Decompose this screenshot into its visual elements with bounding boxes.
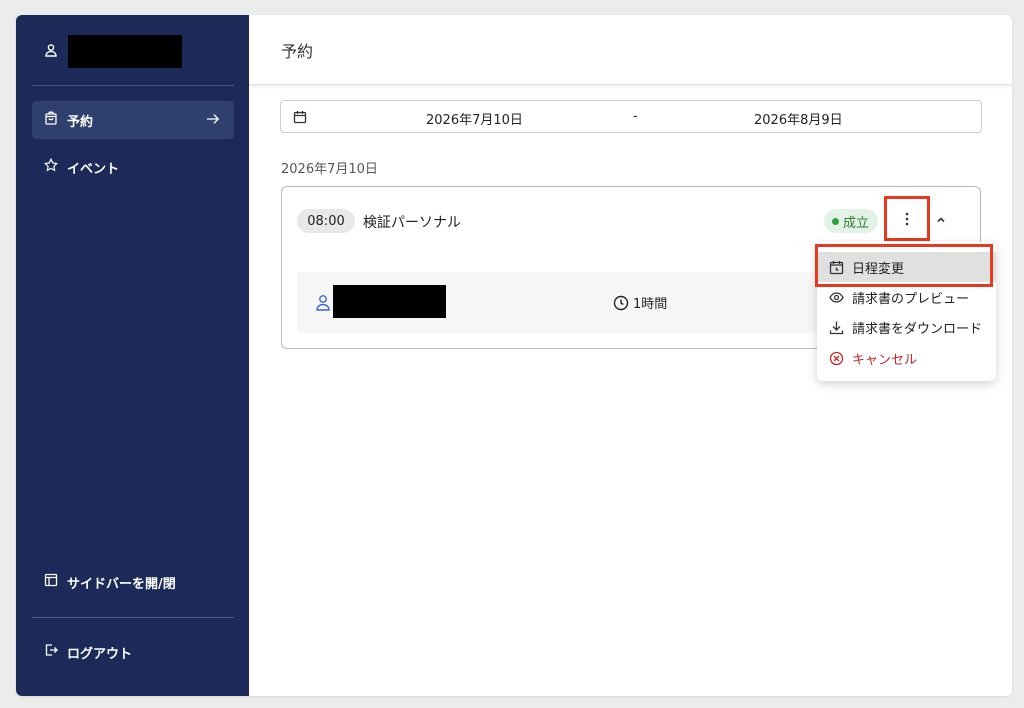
event-title: 検証パーソナル [363, 215, 461, 231]
status-label: 成立 [843, 215, 870, 231]
sidebar: 予約 イベント サイドバーを開/閉 ログアウト [16, 15, 249, 696]
more-vertical-icon [905, 212, 909, 226]
user-name-redacted [68, 34, 182, 68]
logout-button[interactable]: ログアウト [32, 633, 234, 671]
menu-item-label: 日程変更 [852, 261, 905, 277]
shopping-bag-icon [44, 111, 67, 129]
sidebar-item-reservations[interactable]: 予約 [32, 101, 234, 139]
menu-item-label: キャンセル [852, 352, 918, 368]
sidebar-toggle-button[interactable]: サイドバーを開/閉 [32, 563, 234, 601]
download-icon [829, 320, 852, 335]
sidebar-item-label: イベント [67, 161, 120, 177]
sidebar-layout-icon [44, 573, 67, 591]
eye-icon [829, 290, 852, 305]
sidebar-divider [32, 85, 234, 86]
menu-item-cancel[interactable]: キャンセル [817, 343, 996, 373]
customer-name-redacted [333, 285, 446, 318]
booking-options-menu: 日程変更 請求書のプレビュー 請求書をダウンロード キャンセル [817, 242, 996, 381]
date-range-separator: - [633, 109, 638, 124]
date-range-picker[interactable]: 2026年7月10日 - 2026年8月9日 [280, 100, 982, 133]
menu-item-invoice-preview[interactable]: 請求書のプレビュー [817, 282, 996, 312]
sidebar-item-label: 予約 [67, 114, 94, 130]
date-range-end[interactable]: 2026年8月9日 [754, 109, 843, 128]
person-icon [315, 294, 331, 311]
logout-icon [44, 643, 67, 661]
logout-label: ログアウト [67, 646, 133, 662]
user-profile[interactable] [44, 34, 182, 68]
sidebar-divider [32, 617, 234, 618]
menu-item-reschedule[interactable]: 日程変更 [817, 252, 996, 282]
arrow-right-icon [206, 112, 222, 128]
sidebar-toggle-label: サイドバーを開/閉 [67, 576, 176, 592]
calendar-clock-icon [829, 260, 852, 275]
page-header: 予約 [249, 15, 1012, 85]
status-badge: 成立 [824, 209, 879, 233]
cancel-circle-icon [829, 351, 852, 366]
status-dot-icon [832, 217, 839, 225]
person-icon [44, 42, 58, 61]
clock-icon [613, 295, 633, 311]
menu-item-label: 請求書をダウンロード [852, 321, 983, 337]
sidebar-item-events[interactable]: イベント [32, 148, 234, 186]
more-options-button[interactable] [884, 196, 930, 241]
date-range-start[interactable]: 2026年7月10日 [426, 109, 523, 128]
menu-item-invoice-download[interactable]: 請求書をダウンロード [817, 312, 996, 342]
menu-item-label: 請求書のプレビュー [852, 291, 970, 307]
page-title: 予約 [281, 41, 314, 61]
chevron-up-icon[interactable] [934, 213, 948, 227]
star-icon [43, 157, 67, 176]
duration-label: 1時間 [633, 297, 668, 312]
time-chip: 08:00 [297, 209, 355, 233]
duration: 1時間 [613, 293, 667, 312]
day-group-label: 2026年7月10日 [281, 162, 378, 177]
